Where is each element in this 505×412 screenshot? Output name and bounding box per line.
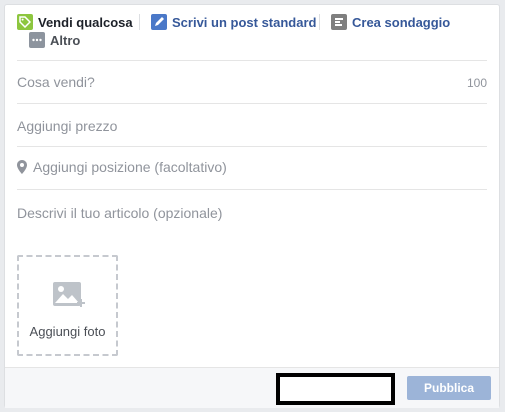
tab-more-label: Altro bbox=[50, 32, 81, 48]
tab-separator bbox=[319, 14, 320, 30]
publish-button[interactable]: Pubblica bbox=[407, 376, 491, 400]
tab-sell-label: Vendi qualcosa bbox=[38, 14, 133, 30]
composer-footer: Pubblica bbox=[5, 367, 499, 408]
description-placeholder: Descrivi il tuo articolo (opzionale) bbox=[17, 205, 223, 221]
location-placeholder: Aggiungi posizione (facoltativo) bbox=[33, 159, 227, 175]
what-selling-field[interactable]: Cosa vendi? 100 bbox=[17, 60, 487, 104]
more-icon bbox=[29, 32, 45, 48]
tab-sell[interactable]: Vendi qualcosa bbox=[17, 12, 133, 32]
composer-tabs: Vendi qualcosa Scrivi un post standard C… bbox=[5, 5, 499, 53]
add-photo-icon bbox=[52, 281, 86, 316]
sell-composer: Vendi qualcosa Scrivi un post standard C… bbox=[4, 4, 500, 408]
character-counter: 100 bbox=[466, 76, 487, 90]
location-field[interactable]: Aggiungi posizione (facoltativo) bbox=[17, 147, 487, 190]
location-pin-icon bbox=[17, 160, 27, 177]
pencil-icon bbox=[151, 14, 167, 30]
description-field[interactable]: Descrivi il tuo articolo (opzionale) bbox=[17, 190, 487, 240]
tab-post[interactable]: Scrivi un post standard bbox=[151, 12, 316, 32]
tab-poll-label: Crea sondaggio bbox=[352, 14, 451, 30]
tab-more[interactable]: Altro bbox=[29, 30, 80, 50]
add-photo-button[interactable]: Aggiungi foto bbox=[17, 255, 118, 356]
price-field[interactable]: Aggiungi prezzo bbox=[17, 104, 487, 147]
poll-icon bbox=[331, 14, 347, 30]
add-photo-label: Aggiungi foto bbox=[29, 324, 106, 339]
tab-poll[interactable]: Crea sondaggio bbox=[331, 12, 450, 32]
tab-separator bbox=[139, 14, 140, 30]
redacted-area bbox=[276, 373, 395, 405]
what-selling-placeholder: Cosa vendi? bbox=[17, 74, 95, 90]
tab-post-label: Scrivi un post standard bbox=[172, 14, 317, 30]
price-placeholder: Aggiungi prezzo bbox=[17, 118, 118, 134]
tag-icon bbox=[17, 14, 33, 30]
